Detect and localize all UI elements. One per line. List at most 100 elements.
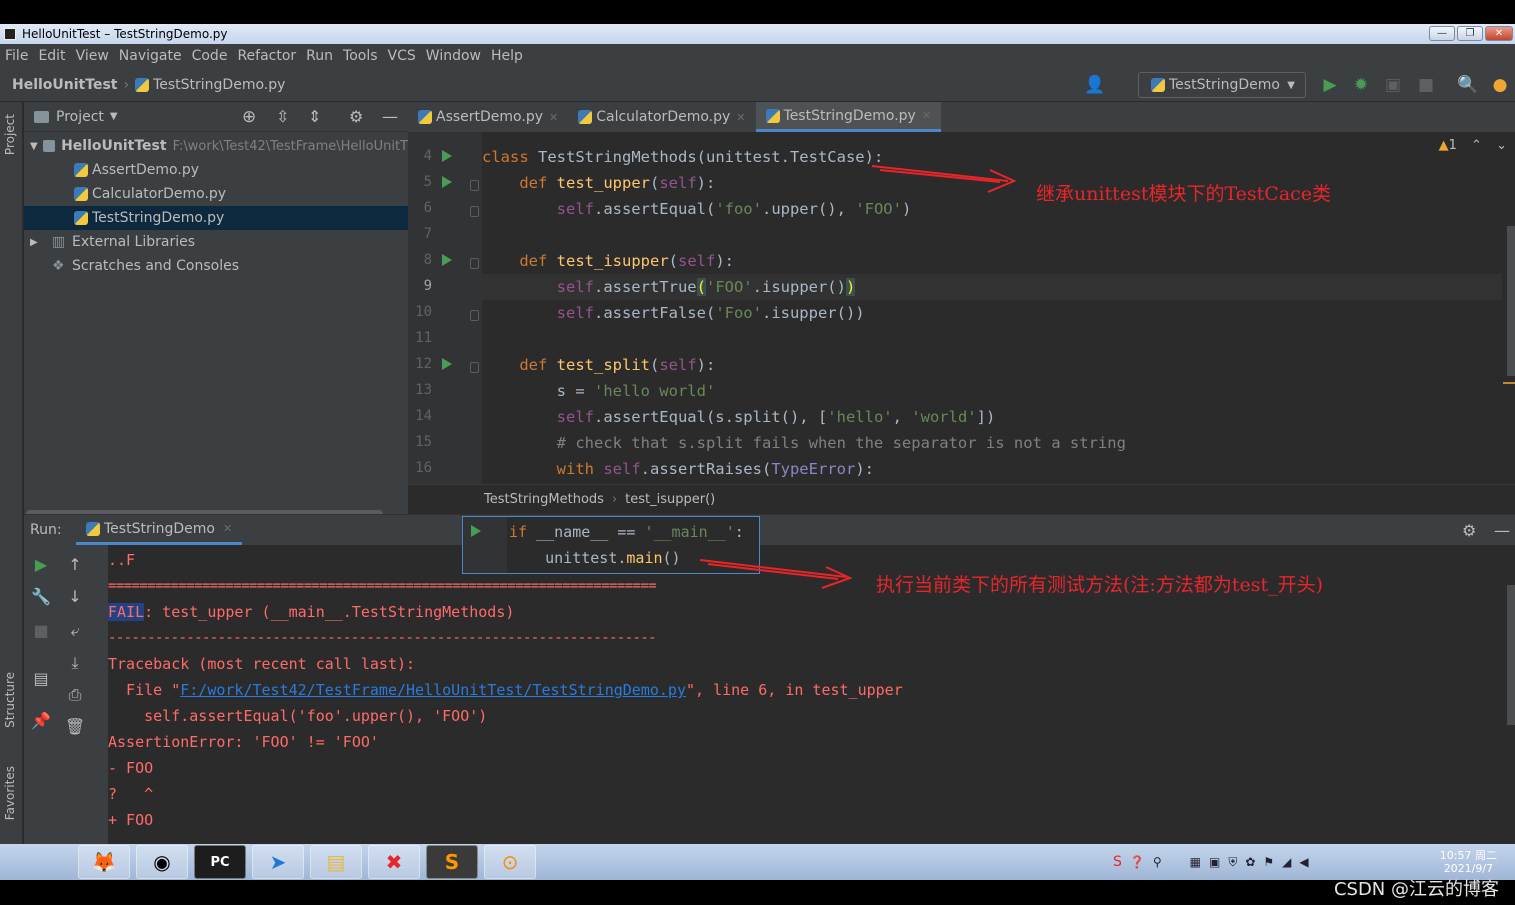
menu-code[interactable]: Code — [187, 48, 233, 64]
stop-icon[interactable]: ■ — [1416, 76, 1436, 94]
run-test-icon[interactable] — [471, 525, 481, 537]
gear-icon[interactable]: ⚙ — [349, 107, 363, 126]
maximize-button[interactable]: ❐ — [1457, 26, 1483, 41]
flag-icon[interactable]: ⚑ — [1263, 855, 1274, 869]
arrow-down-icon[interactable]: ↓ — [64, 587, 86, 606]
pycharm-taskbar-icon[interactable]: PC — [194, 845, 246, 879]
tree-item-scratches[interactable]: ❖ Scratches and Consoles — [24, 254, 408, 278]
tree-item-file[interactable]: AssertDemo.py — [24, 158, 408, 182]
feishu-icon[interactable]: ➤ — [252, 845, 304, 879]
run-icon[interactable]: ▶ — [1320, 76, 1340, 94]
expand-all-icon[interactable]: ⇳ — [276, 107, 289, 126]
search-icon[interactable]: 🔍 — [1457, 76, 1478, 94]
firefox-icon[interactable]: 🦊 — [78, 845, 130, 879]
rerun-icon[interactable]: ▶ — [30, 555, 52, 574]
fold-icon[interactable] — [470, 362, 479, 373]
gear-icon[interactable]: ⚙ — [1462, 521, 1476, 540]
sublime-icon[interactable]: S — [426, 845, 478, 879]
menu-view[interactable]: View — [71, 48, 114, 64]
breadcrumb-class[interactable]: TestStringMethods — [484, 492, 604, 507]
fold-icon[interactable] — [470, 206, 479, 217]
chevron-right-icon[interactable]: ▶ — [30, 237, 52, 248]
chevron-down-icon[interactable]: ▼ — [30, 141, 43, 152]
recorder-icon[interactable]: ⊙ — [484, 845, 536, 879]
menu-help[interactable]: Help — [486, 48, 528, 64]
tray-icon[interactable]: ▦ — [1190, 855, 1201, 869]
project-tool-tab[interactable]: Project — [3, 114, 17, 155]
pin-icon[interactable]: 📌 — [30, 711, 52, 730]
fold-icon[interactable] — [470, 310, 479, 321]
run-config-select[interactable]: TestStringDemo ▼ — [1138, 72, 1306, 98]
menu-vcs[interactable]: VCS — [383, 48, 421, 64]
tray-icon[interactable]: ❓ — [1130, 855, 1145, 869]
collapse-all-icon[interactable]: ⇕ — [308, 107, 321, 126]
run-test-icon[interactable] — [442, 358, 452, 370]
menu-navigate[interactable]: Navigate — [114, 48, 187, 64]
network-icon[interactable]: ◢ — [1282, 855, 1291, 869]
vertical-scrollbar[interactable] — [1507, 585, 1515, 725]
breadcrumb-method[interactable]: test_isupper() — [625, 492, 715, 507]
tree-item-file-selected[interactable]: TestStringDemo.py — [24, 206, 408, 230]
menu-file[interactable]: File — [0, 48, 33, 64]
tree-root-project[interactable]: ▼ HelloUnitTest F:\work\Test42\TestFrame… — [24, 134, 408, 158]
close-icon[interactable]: ✕ — [922, 109, 931, 122]
scroll-to-end-icon[interactable]: ⤓ — [64, 653, 86, 673]
print-icon[interactable]: ⎙ — [64, 685, 86, 705]
file-link[interactable]: F:/work/Test42/TestFrame/HelloUnitTest/T… — [180, 681, 686, 699]
coverage-icon[interactable]: ▣ — [1383, 76, 1403, 94]
run-test-icon[interactable] — [442, 176, 452, 188]
inspection-widget[interactable]: ▲1 ⌃ ⌄ — [1439, 138, 1507, 153]
tab-teststringdemo[interactable]: TestStringDemo.py ✕ — [755, 102, 942, 132]
file-explorer-icon[interactable]: ▤ — [310, 845, 362, 879]
close-icon[interactable]: ✕ — [549, 111, 558, 124]
wrench-icon[interactable]: 🔧 — [30, 587, 52, 606]
project-panel-title[interactable]: Project — [56, 109, 104, 125]
shield-icon[interactable]: ⛨ — [1228, 855, 1237, 870]
favorites-tool-tab[interactable]: Favorites — [3, 766, 17, 820]
tray-icon[interactable]: ✿ — [1245, 855, 1255, 869]
hide-icon[interactable]: — — [382, 107, 398, 126]
vertical-scrollbar[interactable] — [1507, 226, 1515, 376]
user-icon[interactable]: 👤 — [1084, 76, 1105, 94]
menu-window[interactable]: Window — [421, 48, 486, 64]
tray-icon[interactable]: ▣ — [1209, 855, 1220, 869]
breadcrumb-project[interactable]: HelloUnitTest — [12, 77, 117, 93]
menu-edit[interactable]: Edit — [33, 48, 70, 64]
menu-tools[interactable]: Tools — [338, 48, 383, 64]
close-button[interactable]: ✕ — [1485, 26, 1513, 41]
fold-icon[interactable] — [470, 180, 479, 191]
locate-icon[interactable]: ⊕ — [242, 107, 256, 127]
fold-icon[interactable] — [470, 258, 479, 269]
menu-refactor[interactable]: Refactor — [232, 48, 301, 64]
tray-clock[interactable]: 10:57 周二 2021/9/7 — [1440, 849, 1497, 875]
menu-run[interactable]: Run — [301, 48, 338, 64]
chevron-up-icon[interactable]: ⌃ — [1471, 138, 1482, 153]
chevron-down-icon[interactable]: ⌄ — [1496, 138, 1507, 153]
stop-icon[interactable]: ■ — [30, 621, 52, 640]
arrow-up-icon[interactable]: ↑ — [64, 555, 86, 574]
run-tab-teststringdemo[interactable]: TestStringDemo ✕ — [76, 515, 243, 545]
soft-wrap-icon[interactable]: ⤶ — [64, 621, 86, 641]
sogou-icon[interactable]: S — [1113, 854, 1122, 870]
xmind-icon[interactable]: ✖ — [368, 845, 420, 879]
tab-calculatordemo[interactable]: CalculatorDemo.py ✕ — [568, 102, 755, 132]
run-test-icon[interactable] — [442, 254, 452, 266]
tray-icon[interactable]: ⚲ — [1153, 855, 1162, 869]
trash-icon[interactable]: 🗑 — [64, 717, 86, 736]
run-test-icon[interactable] — [442, 150, 452, 162]
minimize-button[interactable]: — — [1429, 26, 1455, 41]
update-icon[interactable]: ● — [1490, 76, 1510, 94]
chrome-icon[interactable]: ◉ — [136, 845, 188, 879]
layout-icon[interactable]: ▤ — [30, 669, 52, 688]
hide-icon[interactable]: — — [1494, 521, 1510, 540]
close-icon[interactable]: ✕ — [223, 522, 232, 535]
debug-icon[interactable]: ✹ — [1351, 76, 1371, 94]
tree-item-external-libraries[interactable]: ▶ ▥ External Libraries — [24, 230, 408, 254]
volume-icon[interactable]: ◀ — [1299, 855, 1308, 869]
breadcrumb-file[interactable]: TestStringDemo.py — [153, 77, 285, 93]
chevron-down-icon[interactable]: ▼ — [110, 111, 118, 122]
tree-item-file[interactable]: CalculatorDemo.py — [24, 182, 408, 206]
structure-tool-tab[interactable]: Structure — [3, 672, 17, 728]
close-icon[interactable]: ✕ — [736, 111, 745, 124]
code-area[interactable]: class TestStringMethods(unittest.TestCas… — [482, 132, 1502, 484]
